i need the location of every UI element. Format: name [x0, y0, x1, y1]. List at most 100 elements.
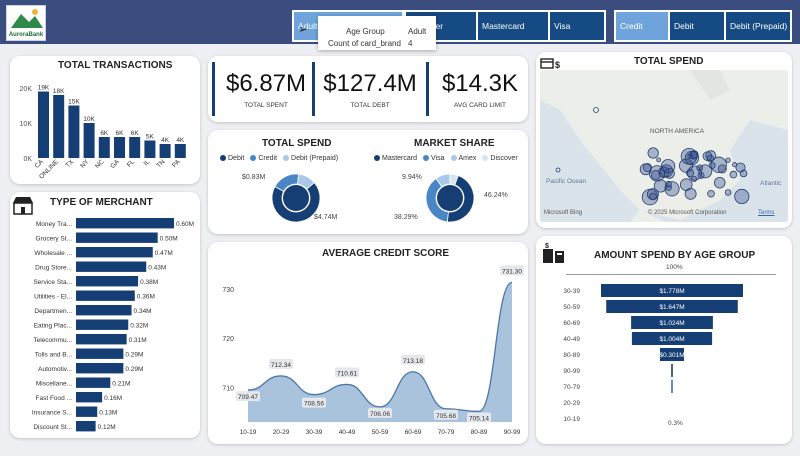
- share-label-right: 46.24%: [484, 192, 508, 199]
- kpi-divider: [212, 62, 215, 116]
- map-bubble: [725, 157, 731, 163]
- bar: [53, 95, 65, 158]
- amount-spend-by-age-card: $ AMOUNT SPEND BY AGE GROUP 100% 30-39 $1…: [536, 236, 792, 444]
- legend-label: Discover: [490, 155, 518, 162]
- legend-label: Debit: [228, 155, 245, 162]
- x-tick-label: PA: [171, 158, 182, 169]
- x-tick-label: 10-19: [240, 429, 257, 436]
- data-label: 709.47: [238, 394, 258, 401]
- card-type-slicer[interactable]: Credit Debit Debit (Prepaid): [614, 10, 792, 42]
- slicer-type-debit[interactable]: Debit: [670, 12, 724, 40]
- data-label: 19K: [38, 85, 50, 92]
- tooltip-val-2: 4: [408, 39, 413, 48]
- total-transactions-title: TOTAL TRANSACTIONS: [58, 60, 173, 71]
- data-label: 731.30: [502, 268, 522, 275]
- map-bubble: [707, 189, 715, 198]
- data-label: $1.004M: [659, 336, 684, 343]
- data-label: 18K: [53, 88, 65, 95]
- x-tick-label: TN: [155, 158, 166, 169]
- data-label: 0.34M: [134, 308, 152, 315]
- data-label: 708.56: [304, 401, 324, 408]
- y-tick-label: 20K: [20, 86, 33, 93]
- bar: [114, 137, 125, 158]
- bar: [76, 392, 103, 403]
- slicer-brand-visa[interactable]: Visa: [550, 12, 604, 40]
- market-share-title: MARKET SHARE: [414, 138, 495, 149]
- map-canvas[interactable]: NORTH AMERICA Pacific Ocean Atlantic Mic…: [540, 70, 788, 222]
- y-tick-label: 10-19: [563, 416, 580, 423]
- type-of-merchant-card: TYPE OF MERCHANT Money Tra... 0.60M Grocer…: [10, 192, 200, 438]
- data-label: 0.38M: [140, 279, 158, 286]
- mouse-cursor-icon: ➢: [298, 22, 309, 36]
- map-bubble: [724, 189, 732, 196]
- data-label: 705.14: [469, 415, 489, 422]
- y-tick-label: Discount St...: [33, 424, 72, 431]
- map-bubble: [656, 157, 662, 163]
- data-label: 712.34: [271, 362, 291, 369]
- type-of-merchant-title: TYPE OF MERCHANT: [50, 197, 153, 208]
- bar: [76, 348, 124, 359]
- legend-item: Debit: [220, 155, 244, 162]
- y-tick-label: Drug Store...: [35, 265, 72, 272]
- legend-label: Debit (Prepaid): [291, 155, 339, 162]
- y-tick-label: 60-69: [563, 320, 580, 327]
- y-tick-label: Departmen...: [34, 308, 72, 315]
- svg-text:$: $: [555, 60, 560, 70]
- x-tick-label: NY: [79, 158, 91, 170]
- kpi-divider: [426, 62, 429, 116]
- y-tick-label: 90-99: [563, 368, 580, 375]
- funnel-bottom-label: 0.3%: [668, 420, 683, 427]
- data-label: 0.29M: [125, 352, 143, 359]
- legend-label: Credit: [258, 155, 278, 162]
- map-bubble: [555, 167, 561, 173]
- bar: [76, 232, 158, 243]
- y-tick-label: Miscellane...: [36, 381, 72, 388]
- age-group-funnel-chart: 30-39 $1.778M 50-59 $1.647M 60-69 $1.024M 40-4…: [563, 284, 743, 423]
- bar: [76, 377, 111, 388]
- y-tick-label: Grocery St...: [36, 236, 73, 243]
- legend-label: Amex: [458, 155, 477, 162]
- tooltip-key-1: Age Group: [346, 27, 385, 36]
- data-label: 713.18: [403, 358, 423, 365]
- map-bubble: [639, 163, 652, 176]
- funnel-top-label: 100%: [666, 264, 683, 271]
- slicer-type-debit-prepaid[interactable]: Debit (Prepaid): [726, 12, 790, 40]
- data-label: $1.778M: [659, 288, 684, 295]
- bar: [76, 247, 153, 258]
- bar: [76, 334, 127, 345]
- legend-item: Mastercard: [374, 155, 417, 162]
- kpi-total-spent-label: TOTAL SPENT: [244, 102, 288, 109]
- logo-mountain-icon: [11, 9, 43, 28]
- x-tick-label: 90-99: [504, 429, 521, 436]
- map-bubble: [649, 192, 657, 201]
- bar: [76, 290, 135, 301]
- y-tick-label: 50-59: [563, 304, 580, 311]
- funnel-bar: [671, 380, 673, 393]
- slicer-brand-mastercard[interactable]: Mastercard: [478, 12, 548, 40]
- kpi-card: $6.87M TOTAL SPENT $127.4M TOTAL DEBT $1…: [208, 56, 528, 122]
- donut-label-right: $4.74M: [314, 214, 338, 221]
- y-tick-label: 30-39: [563, 288, 580, 295]
- slicer-type-credit[interactable]: Credit: [616, 12, 668, 40]
- donut-label-left: $0.83M: [242, 174, 266, 181]
- legend-item: Discover: [482, 155, 518, 162]
- map-bubble: [686, 169, 695, 178]
- bar: [174, 144, 186, 158]
- legend-item: Visa: [423, 155, 445, 162]
- data-label: 0.21M: [112, 381, 130, 388]
- bar: [76, 421, 96, 432]
- x-tick-label: 80-89: [471, 429, 488, 436]
- y-tick-label: 730: [222, 287, 234, 294]
- map-bubble: [714, 177, 726, 189]
- data-label: 0.50M: [160, 236, 178, 243]
- slicer-tooltip: Age Group Adult Count of card_brand 4: [318, 16, 436, 50]
- bar: [83, 123, 95, 158]
- store-icon: [13, 197, 33, 215]
- donut-center-icon: [437, 185, 463, 211]
- data-label: 705.68: [436, 413, 456, 420]
- bar: [38, 91, 49, 158]
- data-label: 0.13M: [99, 410, 117, 417]
- total-transactions-card: TOTAL TRANSACTIONS 20K 10K 0K 19K CA 18K ONLIN…: [10, 56, 200, 184]
- y-tick-label: Insurance S...: [32, 410, 72, 417]
- bar: [76, 218, 174, 229]
